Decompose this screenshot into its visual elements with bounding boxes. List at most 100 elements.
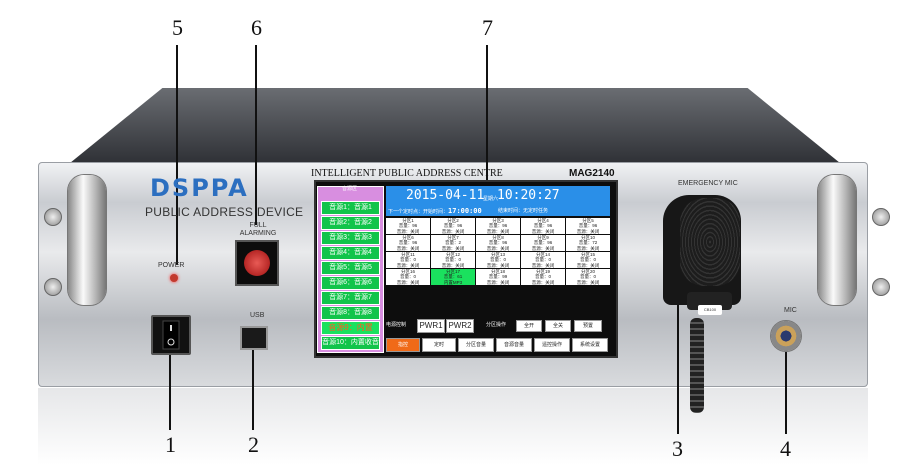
- nav-source-volume[interactable]: 音源音量: [496, 338, 532, 352]
- alarm-button-icon: [244, 250, 270, 276]
- zone-source: 音源：关闭: [486, 279, 510, 285]
- mic-model-tag: CB100: [698, 305, 722, 315]
- source-button[interactable]: 音源1：音源1: [321, 201, 380, 215]
- zone-cell[interactable]: 分区2 音量：96 音源：关闭: [431, 218, 475, 234]
- end-task-info: 结束时间：无定时任务: [498, 208, 549, 214]
- zone-cell[interactable]: 分区7 音量：2 音源：关闭: [431, 235, 475, 251]
- zone-cell[interactable]: 分区9 音量：96 音源：关闭: [521, 235, 565, 251]
- next-task-info: 下一个定时点：开始时间：17:00:00: [388, 207, 482, 215]
- callout-4: 4: [780, 436, 791, 461]
- zone-cell[interactable]: 分区18 音量：99 音源：关闭: [476, 269, 520, 285]
- zone-cell[interactable]: 分区13 音量：0 音源：关闭: [476, 252, 520, 268]
- leader-line-1: [169, 352, 171, 430]
- source-button[interactable]: 音源5：音源5: [321, 261, 380, 275]
- zone-source: 音源：关闭: [441, 262, 465, 268]
- zone-source: 音源：关闭: [576, 279, 600, 285]
- zone-cell[interactable]: 分区5 音量：96 音源：关闭: [566, 218, 610, 234]
- source-button[interactable]: 音源7：音源7: [321, 291, 380, 305]
- fire-alarm-button[interactable]: [235, 240, 279, 286]
- usb-port-icon[interactable]: [240, 326, 268, 350]
- all-on-button[interactable]: 全开: [516, 320, 542, 332]
- nav-remote[interactable]: 遥控操作: [534, 338, 570, 352]
- zone-cell[interactable]: 分区3 音量：96 音源：关闭: [476, 218, 520, 234]
- leader-line-2: [252, 348, 254, 430]
- zone-source: 音源：关闭: [486, 262, 510, 268]
- zone-cell[interactable]: 分区12 音量：0 音源：关闭: [431, 252, 475, 268]
- leader-line-5: [176, 45, 178, 265]
- callout-5: 5: [172, 15, 183, 40]
- weekday-display: 星期六: [483, 196, 499, 202]
- left-handle: [68, 175, 106, 305]
- zone-cell[interactable]: 分区14 音量：0 音源：关闭: [521, 252, 565, 268]
- source-button[interactable]: 音源6：音源6: [321, 276, 380, 290]
- power-switch[interactable]: [151, 315, 191, 355]
- zone-source: 音源：关闭: [441, 245, 465, 251]
- source-button[interactable]: 音源4：音源4: [321, 246, 380, 260]
- all-off-button[interactable]: 全关: [545, 320, 571, 332]
- zone-cell[interactable]: 分区19 音量：0 音源：关闭: [521, 269, 565, 285]
- zone-cell[interactable]: 分区10 音量：72 音源：关闭: [566, 235, 610, 251]
- zone-cell[interactable]: 分区11 音量：0 音源：关闭: [386, 252, 430, 268]
- source-button[interactable]: 音源3：音源3: [321, 231, 380, 245]
- nav-zone-volume[interactable]: 分区音量: [458, 338, 494, 352]
- source-button-active[interactable]: 音源9：内置MP3: [321, 321, 380, 344]
- mic-cable-icon: [690, 318, 704, 413]
- zone-source: 音源：关闭: [576, 262, 600, 268]
- source-button[interactable]: 音源2：音源2: [321, 216, 380, 230]
- screw: [872, 278, 890, 296]
- callout-1: 1: [165, 432, 176, 457]
- next-task-time: 17:00:00: [448, 207, 482, 215]
- zone-cell[interactable]: 分区8 音量：96 音源：关闭: [476, 235, 520, 251]
- fire-alarm-label: FULL ALARMING: [239, 222, 277, 237]
- nav-control[interactable]: 指控: [386, 338, 420, 352]
- zone-operation-label: 分区操作: [486, 322, 507, 328]
- zone-source: 音源：关闭: [486, 245, 510, 251]
- nav-timer[interactable]: 定时: [422, 338, 456, 352]
- power-control-label: 电源控制: [386, 322, 407, 328]
- zone-source: 音源：关闭: [396, 245, 420, 251]
- preset-button[interactable]: 预置: [574, 320, 602, 332]
- zone-source: 音源：关闭: [531, 279, 555, 285]
- zone-source: 内置MP3: [443, 279, 463, 285]
- leader-line-3: [677, 290, 679, 434]
- panel-reflection: [38, 388, 868, 465]
- zone-source: 音源：关闭: [396, 262, 420, 268]
- screw: [44, 278, 62, 296]
- pwr2-button[interactable]: PWR2: [446, 319, 474, 333]
- power-label: POWER: [158, 262, 185, 269]
- device-title: INTELLIGENT PUBLIC ADDRESS CENTRE: [311, 168, 503, 179]
- mic-grille-icon: [680, 198, 740, 286]
- source-panel-header: 音源区: [341, 186, 357, 192]
- source-button[interactable]: 音源8：音源8: [321, 306, 380, 320]
- time-display: 10:20:27: [497, 188, 560, 203]
- zone-source: 音源：关闭: [486, 228, 510, 234]
- callout-6: 6: [251, 15, 262, 40]
- brand-subtitle: PUBLIC ADDRESS DEVICE: [145, 205, 304, 219]
- zone-source: 音源：关闭: [396, 228, 420, 234]
- brand-logo: DSPPA: [150, 174, 249, 202]
- callout-3: 3: [672, 436, 683, 461]
- source-button[interactable]: 音源10：内置收音: [321, 336, 380, 350]
- zone-cell[interactable]: 分区1 音量：96 音源：关闭: [386, 218, 430, 234]
- zone-source: 音源：关闭: [441, 228, 465, 234]
- rocker-switch-icon: [162, 320, 180, 350]
- zone-cell[interactable]: 分区17 音量：61 内置MP3: [431, 269, 475, 285]
- leader-line-6: [255, 45, 257, 225]
- zone-cell[interactable]: 分区20 音量：0 音源：关闭: [566, 269, 610, 285]
- zone-source: 音源：关闭: [531, 228, 555, 234]
- mic-jack-icon[interactable]: [770, 320, 802, 352]
- next-task-label: 下一个定时点：开始时间：: [388, 209, 449, 215]
- zone-cell[interactable]: 分区16 音量：0 音源：关闭: [386, 269, 430, 285]
- nav-settings[interactable]: 系统设置: [572, 338, 608, 352]
- usb-label: USB: [250, 312, 265, 319]
- zone-cell[interactable]: 分区15 音量：0 音源：关闭: [566, 252, 610, 268]
- zone-source: 音源：关闭: [576, 245, 600, 251]
- screw: [872, 208, 890, 226]
- zone-cell[interactable]: 分区6 音量：96 音源：关闭: [386, 235, 430, 251]
- zone-grid: 分区1 音量：96 音源：关闭 分区2 音量：96 音源：关闭 分区3 音量：96 音源：关闭分…: [386, 218, 610, 285]
- pwr1-button[interactable]: PWR1: [417, 319, 445, 333]
- leader-line-4: [785, 352, 787, 434]
- right-handle: [818, 175, 856, 305]
- zone-cell[interactable]: 分区4 音量：96 音源：关闭: [521, 218, 565, 234]
- callout-7: 7: [482, 15, 493, 40]
